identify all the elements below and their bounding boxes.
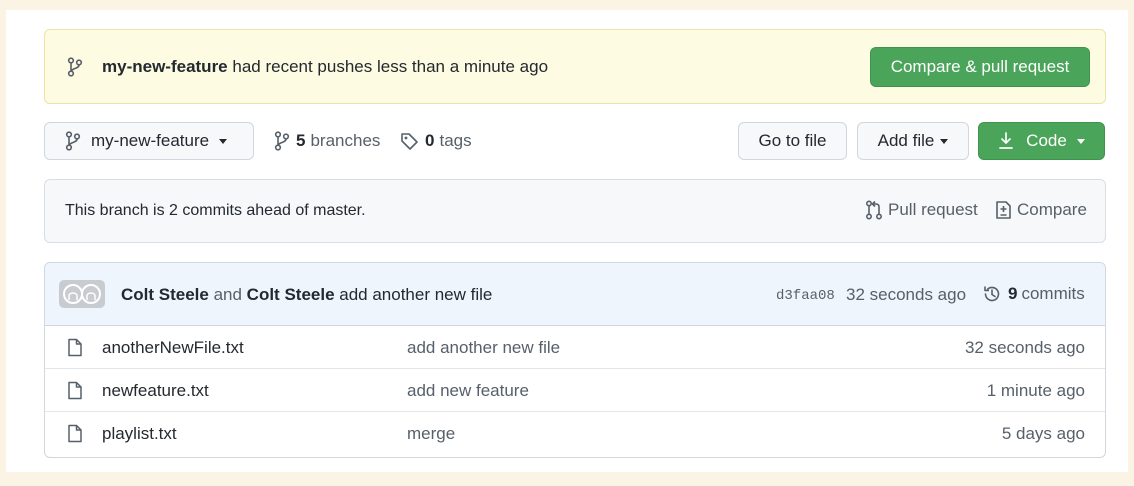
banner-branch-name[interactable]: my-new-feature — [102, 57, 228, 76]
branch-ahead-text: This branch is 2 commits ahead of master… — [65, 202, 366, 219]
diff-icon — [994, 200, 1012, 220]
branch-select-button[interactable]: my-new-feature — [44, 122, 254, 160]
branch-status-box: This branch is 2 commits ahead of master… — [44, 179, 1106, 243]
code-label: Code — [1026, 131, 1067, 150]
file-commit-message[interactable]: merge — [407, 424, 455, 444]
commit-sha[interactable]: d3faa08 — [776, 288, 835, 304]
file-commit-message[interactable]: add another new file — [407, 338, 560, 358]
compare-link[interactable]: Compare — [994, 200, 1087, 220]
latest-commit-row: Colt Steele and Colt Steele add another … — [45, 263, 1105, 326]
file-age: 5 days ago — [1001, 424, 1085, 443]
commits-label: commits — [1021, 284, 1085, 303]
commit-message-link[interactable]: add another new file — [335, 285, 492, 304]
tags-link[interactable]: 0 tags — [400, 131, 472, 151]
recent-push-banner: my-new-feature had recent pushes less th… — [44, 29, 1106, 104]
code-button[interactable]: Code — [978, 122, 1105, 160]
compare-label: Compare — [1017, 200, 1087, 219]
file-age: 32 seconds ago — [964, 338, 1085, 357]
tags-label: tags — [439, 131, 472, 150]
branch-select-label: my-new-feature — [91, 131, 210, 150]
git-branch-icon — [274, 131, 290, 151]
table-row: playlist.txt merge 5 days ago — [45, 412, 1105, 455]
branches-label: branches — [310, 131, 381, 150]
tag-icon — [400, 132, 419, 151]
file-list: Colt Steele and Colt Steele add another … — [44, 262, 1106, 458]
git-branch-icon — [65, 131, 81, 151]
history-icon — [982, 284, 1002, 304]
chevron-down-icon — [219, 138, 228, 144]
chevron-down-icon — [940, 138, 949, 144]
git-branch-icon — [67, 57, 83, 77]
file-name-link[interactable]: playlist.txt — [102, 424, 177, 444]
file-icon — [67, 338, 83, 357]
branches-count: 5 — [296, 131, 306, 150]
commit-author[interactable]: Colt Steele — [121, 285, 209, 304]
banner-message: my-new-feature had recent pushes less th… — [102, 57, 549, 76]
file-age: 1 minute ago — [986, 381, 1085, 400]
latest-commit-message: Colt Steele and Colt Steele add another … — [121, 285, 493, 304]
branches-link[interactable]: 5 branches — [274, 131, 380, 151]
pull-request-link[interactable]: Pull request — [865, 200, 978, 220]
file-commit-message[interactable]: add new feature — [407, 381, 529, 401]
file-icon — [67, 381, 83, 400]
add-file-label: Add file — [877, 131, 935, 150]
commits-link[interactable]: 9 commits — [982, 284, 1085, 304]
table-row: anotherNewFile.txt add another new file … — [45, 326, 1105, 369]
file-name-link[interactable]: anotherNewFile.txt — [102, 338, 244, 358]
pull-request-icon — [865, 200, 883, 220]
commit-coauthor[interactable]: Colt Steele — [247, 285, 335, 304]
go-to-file-button[interactable]: Go to file — [738, 122, 847, 160]
commit-age: 32 seconds ago — [846, 285, 967, 304]
pull-request-label: Pull request — [888, 200, 978, 219]
tags-count: 0 — [425, 131, 435, 150]
file-name-link[interactable]: newfeature.txt — [102, 381, 209, 401]
chevron-down-icon — [1076, 138, 1085, 144]
compare-pull-request-button[interactable]: Compare & pull request — [870, 47, 1090, 87]
avatar[interactable] — [59, 280, 105, 308]
file-icon — [67, 424, 83, 443]
table-row: newfeature.txt add new feature 1 minute … — [45, 369, 1105, 412]
download-icon — [998, 132, 1014, 150]
add-file-button[interactable]: Add file — [857, 122, 969, 160]
commits-count: 9 — [1008, 284, 1018, 303]
